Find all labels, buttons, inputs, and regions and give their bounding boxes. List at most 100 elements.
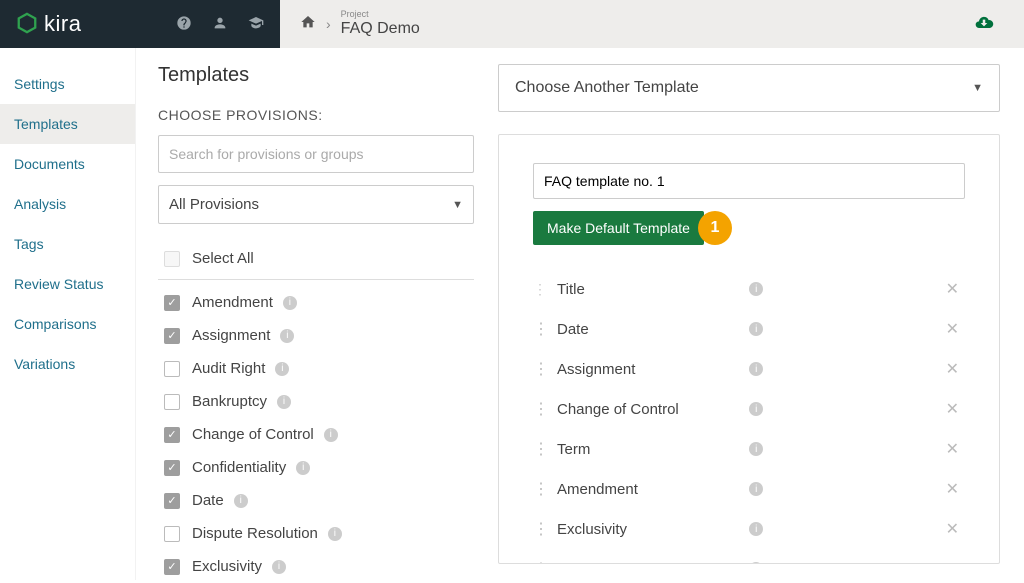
info-icon[interactable]: i xyxy=(296,461,310,475)
academy-icon[interactable] xyxy=(248,15,264,34)
drag-handle-icon[interactable] xyxy=(533,399,547,419)
info-icon[interactable]: i xyxy=(324,428,338,442)
provision-label: Confidentiality xyxy=(192,459,286,476)
provision-checkbox[interactable]: ✓ xyxy=(164,295,180,311)
provision-label: Change of Control xyxy=(192,426,314,443)
template-item-label: Change of Control xyxy=(557,401,739,418)
choose-another-template-dropdown[interactable]: Choose Another Template ▼ xyxy=(498,64,1000,112)
make-default-template-button[interactable]: Make Default Template xyxy=(533,211,704,245)
cloud-download-icon[interactable] xyxy=(972,13,996,36)
template-item-label: Term xyxy=(557,441,739,458)
provision-row: Dispute Resolution i xyxy=(158,517,474,550)
sidebar-item-comparisons[interactable]: Comparisons xyxy=(0,304,135,344)
drag-handle-icon[interactable] xyxy=(533,439,547,459)
info-icon[interactable]: i xyxy=(749,562,763,564)
remove-item-icon[interactable]: ✕ xyxy=(946,279,959,299)
info-icon[interactable]: i xyxy=(272,560,286,574)
template-item-label: Title xyxy=(557,281,739,298)
template-item-label: Assignment xyxy=(557,361,739,378)
choose-provisions-label: CHOOSE PROVISIONS: xyxy=(158,107,474,123)
info-icon[interactable]: i xyxy=(234,494,248,508)
provision-checkbox[interactable]: ✓ xyxy=(164,460,180,476)
provision-row: ✓Assignmenti xyxy=(158,319,474,352)
info-icon[interactable]: i xyxy=(749,322,763,336)
provision-label: Exclusivity xyxy=(192,558,262,575)
template-item: Assignment i ✕ xyxy=(533,349,965,389)
help-icon[interactable] xyxy=(176,15,192,34)
template-item-label: Exclusivity xyxy=(557,521,739,538)
drag-handle-icon[interactable] xyxy=(533,559,547,564)
template-item-label: Amendment xyxy=(557,481,739,498)
chevron-down-icon: ▼ xyxy=(972,82,983,94)
template-item: Titlei ✕ xyxy=(533,269,965,309)
template-item: Exclusivity i ✕ xyxy=(533,509,965,549)
info-icon[interactable]: i xyxy=(749,482,763,496)
drag-handle-icon[interactable] xyxy=(533,281,547,298)
user-icon[interactable] xyxy=(212,15,228,34)
provision-row: ✓Datei xyxy=(158,484,474,517)
provision-checkbox[interactable]: ✓ xyxy=(164,559,180,575)
info-icon[interactable]: i xyxy=(275,362,289,376)
provision-row: ✓ Confidentiality i xyxy=(158,451,474,484)
info-icon[interactable]: i xyxy=(749,522,763,536)
sidebar-item-variations[interactable]: Variations xyxy=(0,344,135,384)
sidebar-item-tags[interactable]: Tags xyxy=(0,224,135,264)
info-icon[interactable]: i xyxy=(749,402,763,416)
remove-item-icon[interactable]: ✕ xyxy=(946,399,959,419)
drag-handle-icon[interactable] xyxy=(533,479,547,499)
sidebar-item-analysis[interactable]: Analysis xyxy=(0,184,135,224)
remove-item-icon[interactable]: ✕ xyxy=(946,359,959,379)
info-icon[interactable]: i xyxy=(280,329,294,343)
template-item: Termi ✕ xyxy=(533,429,965,469)
info-icon[interactable]: i xyxy=(277,395,291,409)
step-badge: 1 xyxy=(698,211,732,245)
page-title: Templates xyxy=(158,64,474,87)
drag-handle-icon[interactable] xyxy=(533,319,547,339)
provision-row: Bankruptcy i xyxy=(158,385,474,418)
select-all-checkbox[interactable] xyxy=(164,251,180,267)
sidebar-item-settings[interactable]: Settings xyxy=(0,64,135,104)
info-icon[interactable]: i xyxy=(749,362,763,376)
provision-row: ✓Amendmenti xyxy=(158,286,474,319)
select-all-label: Select All xyxy=(192,250,254,267)
provision-checkbox[interactable]: ✓ xyxy=(164,427,180,443)
breadcrumb[interactable]: Project FAQ Demo xyxy=(341,10,420,37)
provision-label: Dispute Resolution xyxy=(192,525,318,542)
sidebar: SettingsTemplatesDocumentsAnalysisTagsRe… xyxy=(0,48,135,580)
home-icon[interactable] xyxy=(300,14,316,33)
template-item: Warranty i ✕ xyxy=(533,549,965,564)
provision-row: ✓ Exclusivity i xyxy=(158,550,474,583)
remove-item-icon[interactable]: ✕ xyxy=(946,519,959,539)
provision-row: Audit Righti xyxy=(158,352,474,385)
remove-item-icon[interactable]: ✕ xyxy=(946,439,959,459)
template-item: Amendment i ✕ xyxy=(533,469,965,509)
sidebar-item-templates[interactable]: Templates xyxy=(0,104,135,144)
sidebar-item-review-status[interactable]: Review Status xyxy=(0,264,135,304)
remove-item-icon[interactable]: ✕ xyxy=(946,479,959,499)
provision-checkbox[interactable]: ✓ xyxy=(164,493,180,509)
template-item: Change of Control i ✕ xyxy=(533,389,965,429)
info-icon[interactable]: i xyxy=(328,527,342,541)
provision-checkbox[interactable]: ✓ xyxy=(164,328,180,344)
provision-label: Bankruptcy xyxy=(192,393,267,410)
provision-checkbox[interactable] xyxy=(164,394,180,410)
info-icon[interactable]: i xyxy=(749,442,763,456)
breadcrumb-separator: › xyxy=(326,16,331,32)
info-icon[interactable]: i xyxy=(749,282,763,296)
provision-checkbox[interactable] xyxy=(164,526,180,542)
info-icon[interactable]: i xyxy=(283,296,297,310)
breadcrumb-label: Project xyxy=(341,10,420,20)
provision-checkbox[interactable] xyxy=(164,361,180,377)
provisions-filter-value: All Provisions xyxy=(169,196,259,213)
provisions-filter-dropdown[interactable]: All Provisions ▼ xyxy=(158,185,474,224)
remove-item-icon[interactable]: ✕ xyxy=(946,559,959,564)
sidebar-item-documents[interactable]: Documents xyxy=(0,144,135,184)
remove-item-icon[interactable]: ✕ xyxy=(946,319,959,339)
template-item-label: Warranty xyxy=(557,561,739,565)
template-name-input[interactable] xyxy=(533,163,965,199)
drag-handle-icon[interactable] xyxy=(533,519,547,539)
search-input[interactable] xyxy=(158,135,474,173)
provision-row: ✓ Change of Control i xyxy=(158,418,474,451)
drag-handle-icon[interactable] xyxy=(533,359,547,379)
template-item: Datei✕ xyxy=(533,309,965,349)
